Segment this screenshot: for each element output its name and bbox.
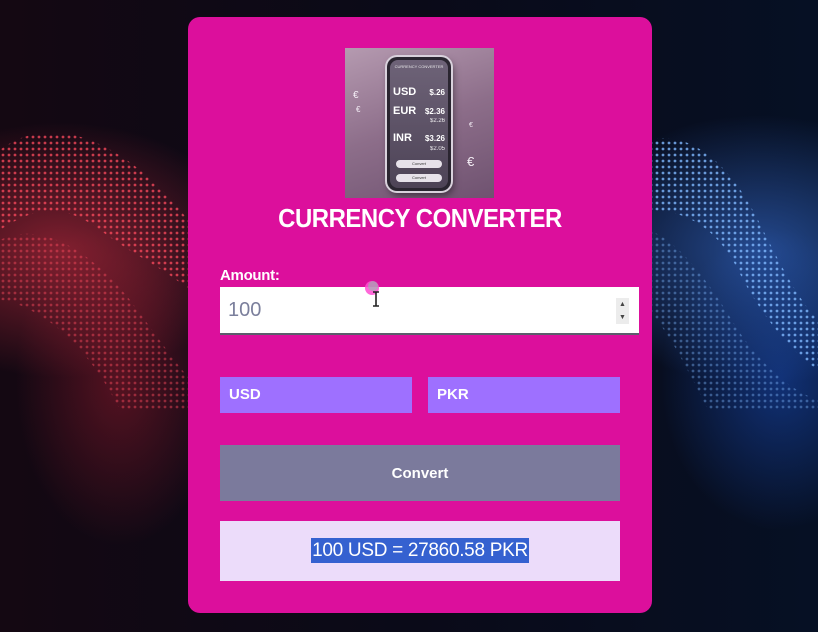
phone-subrate: $2.05 — [429, 146, 445, 152]
amount-label: Amount: — [220, 267, 280, 284]
page-title: CURRENCY CONVERTER — [278, 203, 562, 233]
amount-field[interactable]: ▲ ▼ — [220, 287, 639, 335]
phone-header: CURRENCY CONVERTER — [394, 64, 444, 69]
phone-illustration: CURRENCY CONVERTER USD $.26 EUR $2.36 $2… — [387, 57, 451, 191]
phone-convert-button: Convert — [396, 160, 442, 168]
red-wave-decoration — [0, 132, 200, 410]
amount-input[interactable] — [220, 287, 610, 333]
euro-icon: € — [469, 122, 473, 129]
convert-button[interactable]: Convert — [220, 445, 620, 501]
euro-icon: € — [467, 154, 475, 169]
phone-rate-row: INR $3.26 — [393, 132, 445, 144]
phone-subrate: $2.26 — [429, 118, 445, 124]
to-currency-select[interactable]: PKR — [428, 377, 620, 413]
stepper-up-icon[interactable]: ▲ — [619, 301, 626, 308]
converter-card: € € € € CURRENCY CONVERTER USD $.26 EUR … — [188, 17, 652, 613]
phone-convert-button: Convert — [396, 174, 442, 182]
result-box: 100 USD = 27860.58 PKR — [220, 521, 620, 581]
euro-icon: € — [356, 105, 361, 114]
phone-rate-row: EUR $2.36 — [393, 105, 445, 117]
hero-image: € € € € CURRENCY CONVERTER USD $.26 EUR … — [345, 48, 494, 198]
euro-icon: € — [353, 90, 359, 101]
result-text: 100 USD = 27860.58 PKR — [311, 538, 529, 563]
from-currency-select[interactable]: USD — [220, 377, 412, 413]
stepper-down-icon[interactable]: ▼ — [619, 314, 626, 321]
phone-rate-row: USD $.26 — [393, 86, 445, 98]
phone-screen: CURRENCY CONVERTER USD $.26 EUR $2.36 $2… — [390, 60, 448, 188]
amount-stepper[interactable]: ▲ ▼ — [616, 298, 629, 324]
blue-wave-decoration — [648, 138, 818, 410]
